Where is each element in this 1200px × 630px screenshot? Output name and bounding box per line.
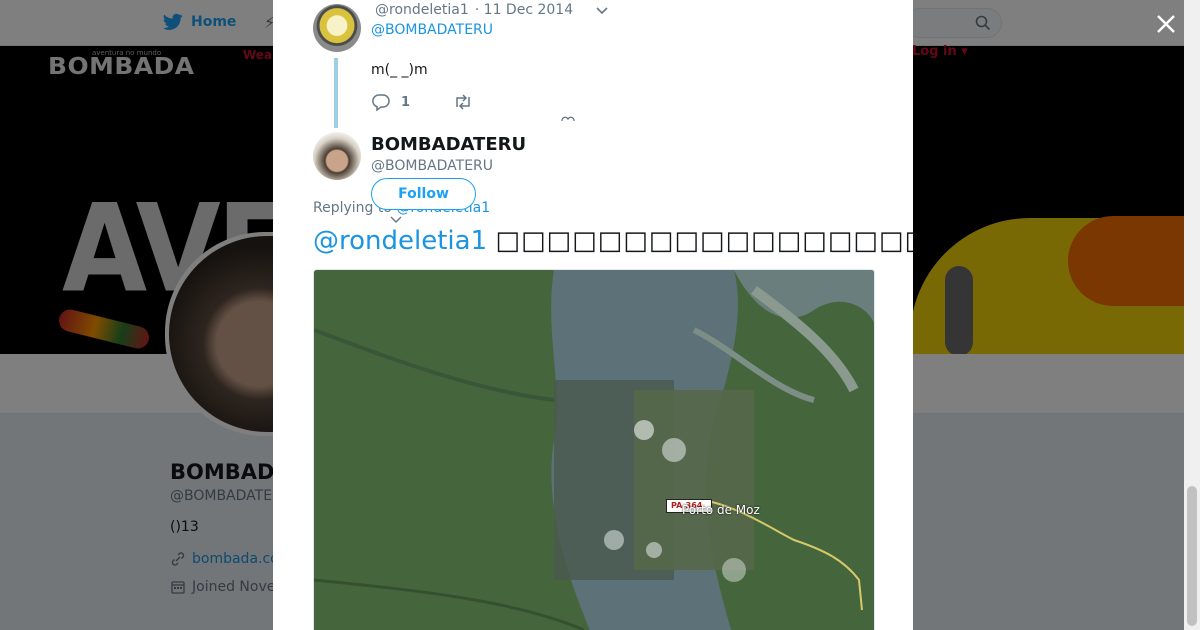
satellite-map-image: [314, 270, 874, 630]
reply-button[interactable]: 1: [371, 93, 410, 111]
close-icon[interactable]: [1154, 12, 1178, 36]
main-tweet-author-name[interactable]: BOMBADATERU: [371, 134, 526, 155]
retweet-icon[interactable]: [453, 93, 473, 111]
parent-tweet-avatar[interactable]: [313, 4, 361, 52]
thread-connector: [334, 58, 338, 128]
heart-icon[interactable]: [560, 114, 576, 122]
main-tweet-author-handle[interactable]: @BOMBADATERU: [371, 158, 493, 174]
chevron-down-icon[interactable]: [389, 214, 403, 226]
reply-count: 1: [401, 94, 411, 110]
follow-button[interactable]: Follow: [371, 178, 476, 210]
parent-tweet-reply-to[interactable]: @BOMBADATERU: [371, 22, 493, 38]
tweet-mention-link[interactable]: @rondeletia1: [313, 226, 487, 256]
parent-tweet-text: m(_ _)m: [371, 62, 428, 78]
main-tweet-avatar[interactable]: [313, 132, 361, 180]
tweet-media-map[interactable]: PA-364 Porto de Moz: [313, 269, 875, 630]
map-place-label: Porto de Moz: [682, 503, 760, 517]
scrollbar-thumb[interactable]: [1187, 486, 1197, 626]
tweet-body-text: □□□□□□□□□□□□□□□□□□□□□□□□□□□□□□□□□□□□□□□□…: [495, 226, 913, 256]
parent-tweet-date[interactable]: · 11 Dec 2014: [475, 2, 573, 18]
chevron-down-icon[interactable]: [595, 4, 609, 18]
page-scrollbar[interactable]: [1184, 0, 1200, 630]
parent-tweet-header: @rondeletia1 · 11 Dec 2014: [375, 2, 573, 18]
reply-icon: [372, 94, 390, 111]
main-tweet-text: @rondeletia1 □□□□□□□□□□□□□□□□□□□□□□□□□□□…: [313, 226, 913, 256]
tweet-modal: @rondeletia1 · 11 Dec 2014 @BOMBADATERU …: [273, 0, 913, 630]
parent-tweet-handle[interactable]: @rondeletia1: [375, 2, 469, 18]
